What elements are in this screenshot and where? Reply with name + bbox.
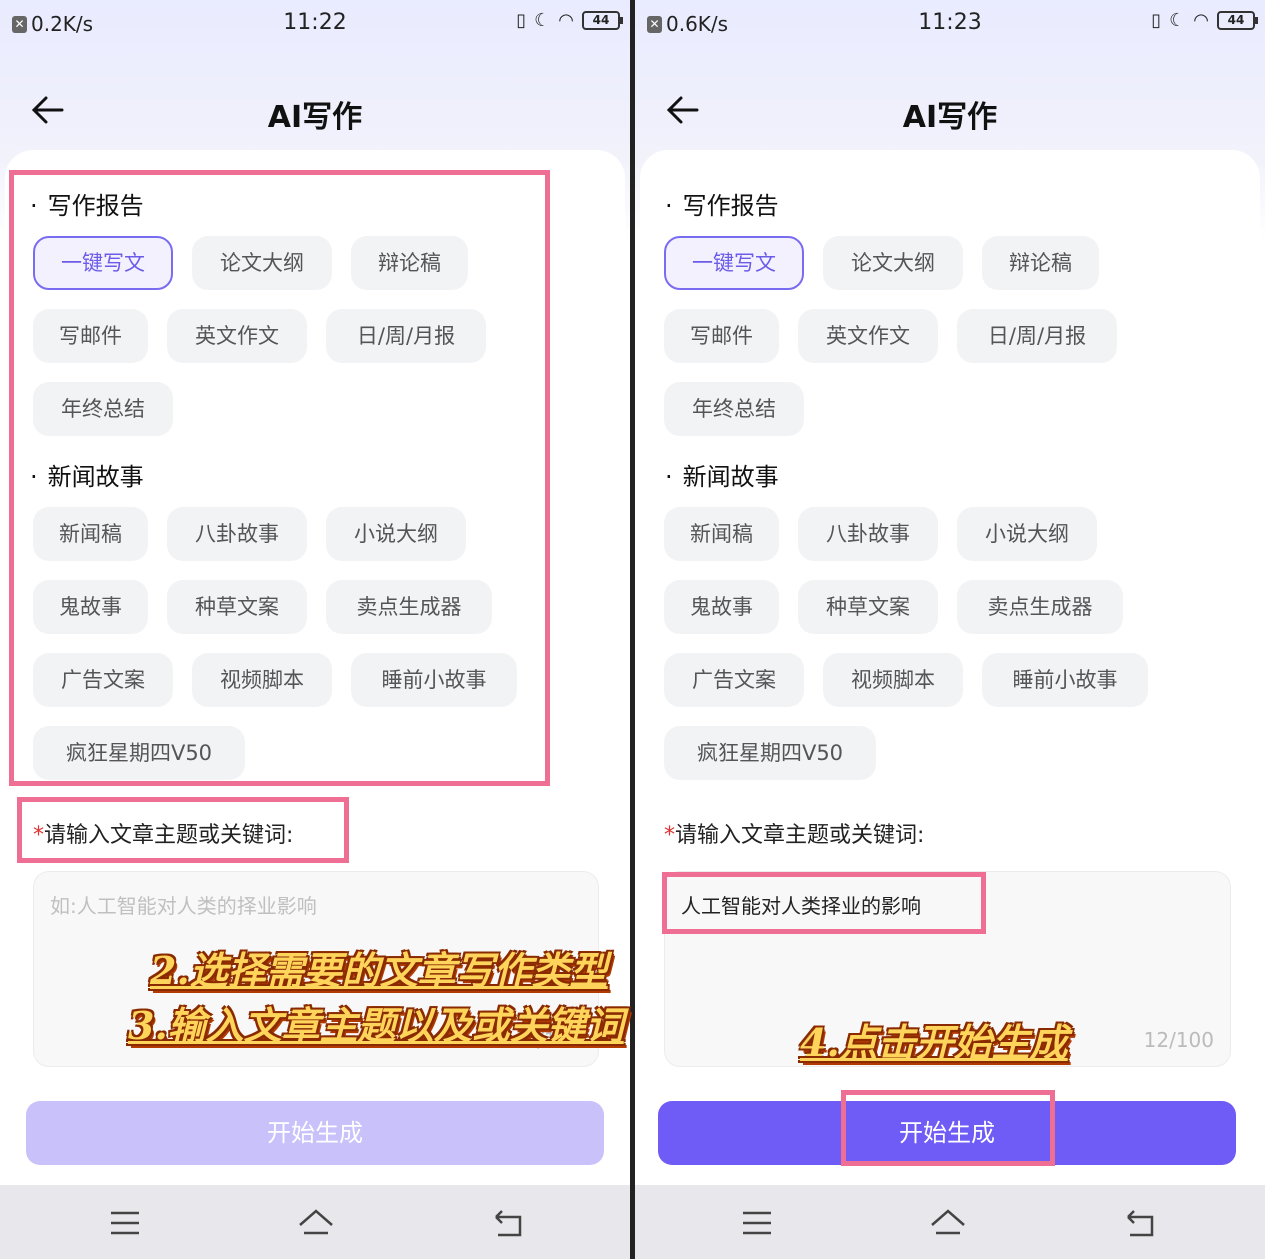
wifi-icon: ◠ [558,10,574,31]
chip-periodic-report[interactable]: 日/周/月报 [957,309,1117,363]
chip-write-email[interactable]: 写邮件 [33,309,148,363]
moon-icon: ☾ [1169,10,1186,31]
caption-step3: 3.输入文章主题以及或关键词 [128,1003,624,1048]
status-icons: ▯ ☾ ◠ 44 [516,10,623,31]
header: AI写作 [0,70,630,150]
chip-press-release[interactable]: 新闻稿 [33,507,148,561]
chip-one-click-write[interactable]: 一键写文 [664,236,804,290]
status-bar: ✕ 0.2K/s 11:22 ▯ ☾ ◠ 44 [0,0,630,46]
chip-gossip-story[interactable]: 八卦故事 [798,507,938,561]
header: AI写作 [635,70,1265,150]
battery-icon: 44 [582,11,623,30]
chip-gossip-story[interactable]: 八卦故事 [167,507,307,561]
caption-step4: 4.点击开始生成 [800,1020,1068,1065]
char-counter: 12/100 [1143,1028,1214,1052]
chip-ghost-story[interactable]: 鬼故事 [664,580,779,634]
moon-icon: ☾ [534,10,551,31]
caption-step2: 2.选择需要的文章写作类型 [150,948,608,993]
chip-write-email[interactable]: 写邮件 [664,309,779,363]
system-nav-bar [635,1185,1265,1259]
home-icon[interactable] [928,1203,968,1243]
wifi-icon: ◠ [1193,10,1209,31]
generate-button[interactable]: 开始生成 [658,1101,1236,1165]
back-nav-icon[interactable] [1120,1203,1160,1243]
menu-icon[interactable] [105,1203,145,1243]
chip-bedtime-story[interactable]: 睡前小故事 [351,653,517,707]
chip-selling-point-generator[interactable]: 卖点生成器 [957,580,1123,634]
vibrate-icon: ▯ [516,10,527,31]
home-icon[interactable] [296,1203,336,1243]
section-title-report: · 写作报告 [30,192,144,220]
chip-press-release[interactable]: 新闻稿 [664,507,779,561]
topic-input-placeholder: 如:人工智能对人类的择业影响 [50,894,317,918]
back-nav-icon[interactable] [488,1203,528,1243]
chip-product-recommendation[interactable]: 种草文案 [167,580,307,634]
vibrate-icon: ▯ [1151,10,1162,31]
phone-screen-left: ✕ 0.2K/s 11:22 ▯ ☾ ◠ 44 AI写作 · 写作报告 · 新闻故事 … [0,0,630,1259]
phone-screen-right: ✕ 0.6K/s 11:23 ▯ ☾ ◠ 44 AI写作 · 写作报告 · 新闻故事 … [635,0,1265,1259]
topic-input-value: 人工智能对人类择业的影响 [681,894,921,918]
section-title-news: · 新闻故事 [30,463,144,491]
topic-prompt-label: *请输入文章主题或关键词: [33,823,294,848]
status-bar: ✕ 0.6K/s 11:23 ▯ ☾ ◠ 44 [635,0,1265,46]
chip-novel-outline[interactable]: 小说大纲 [326,507,466,561]
chip-selling-point-generator[interactable]: 卖点生成器 [326,580,492,634]
chip-english-essay[interactable]: 英文作文 [167,309,307,363]
chip-novel-outline[interactable]: 小说大纲 [957,507,1097,561]
chip-video-script[interactable]: 视频脚本 [823,653,963,707]
section-title-report: · 写作报告 [665,192,779,220]
chip-crazy-thursday[interactable]: 疯狂星期四V50 [664,726,876,780]
chip-paper-outline[interactable]: 论文大纲 [192,236,332,290]
chip-ad-copy[interactable]: 广告文案 [33,653,173,707]
chip-ghost-story[interactable]: 鬼故事 [33,580,148,634]
chip-product-recommendation[interactable]: 种草文案 [798,580,938,634]
chip-video-script[interactable]: 视频脚本 [192,653,332,707]
status-icons: ▯ ☾ ◠ 44 [1151,10,1258,31]
topic-prompt-label: *请输入文章主题或关键词: [664,823,925,848]
system-nav-bar [0,1185,630,1259]
chip-bedtime-story[interactable]: 睡前小故事 [982,653,1148,707]
chip-one-click-write[interactable]: 一键写文 [33,236,173,290]
menu-icon[interactable] [737,1203,777,1243]
chip-periodic-report[interactable]: 日/周/月报 [326,309,486,363]
chip-debate-script[interactable]: 辩论稿 [351,236,468,290]
page-title: AI写作 [902,100,998,135]
chip-english-essay[interactable]: 英文作文 [798,309,938,363]
chip-paper-outline[interactable]: 论文大纲 [823,236,963,290]
generate-button[interactable]: 开始生成 [26,1101,604,1165]
section-title-news: · 新闻故事 [665,463,779,491]
page-title: AI写作 [267,100,363,135]
chip-crazy-thursday[interactable]: 疯狂星期四V50 [33,726,245,780]
chip-year-end-summary[interactable]: 年终总结 [33,382,173,436]
chip-year-end-summary[interactable]: 年终总结 [664,382,804,436]
chip-ad-copy[interactable]: 广告文案 [664,653,804,707]
chip-debate-script[interactable]: 辩论稿 [982,236,1099,290]
battery-icon: 44 [1217,11,1258,30]
